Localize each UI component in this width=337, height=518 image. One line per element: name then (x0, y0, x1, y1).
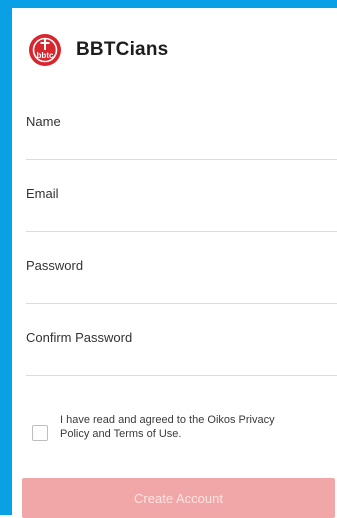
confirm-password-field[interactable]: Confirm Password (26, 322, 337, 376)
create-account-button[interactable]: Create Account (22, 478, 335, 518)
name-input[interactable] (26, 132, 337, 152)
name-field[interactable]: Name (26, 106, 337, 160)
password-underline (26, 303, 337, 304)
bbtc-logo-icon: bbtc (29, 34, 61, 66)
password-input[interactable] (26, 276, 337, 296)
email-input[interactable] (26, 204, 337, 224)
password-field[interactable]: Password (26, 250, 337, 304)
password-label: Password (26, 258, 84, 273)
email-field[interactable]: Email (26, 178, 337, 232)
signup-screen: bbtc BBTCians Name Email Password Confir… (12, 8, 337, 518)
confirm-password-input[interactable] (26, 348, 337, 368)
confirm-password-label: Confirm Password (26, 330, 133, 345)
name-label: Name (26, 114, 61, 129)
frame-left-bar (0, 0, 12, 515)
email-underline (26, 231, 337, 232)
logo-text: bbtc (37, 51, 54, 60)
terms-agreement: I have read and agreed to the Oikos Priv… (32, 413, 329, 441)
name-underline (26, 159, 337, 160)
app-header: bbtc BBTCians (28, 30, 168, 70)
email-label: Email (26, 186, 59, 201)
confirm-password-underline (26, 375, 337, 376)
terms-checkbox[interactable] (32, 425, 48, 441)
terms-text: I have read and agreed to the Oikos Priv… (60, 414, 275, 440)
frame-top-bar (0, 0, 337, 8)
app-title: BBTCians (76, 39, 169, 60)
